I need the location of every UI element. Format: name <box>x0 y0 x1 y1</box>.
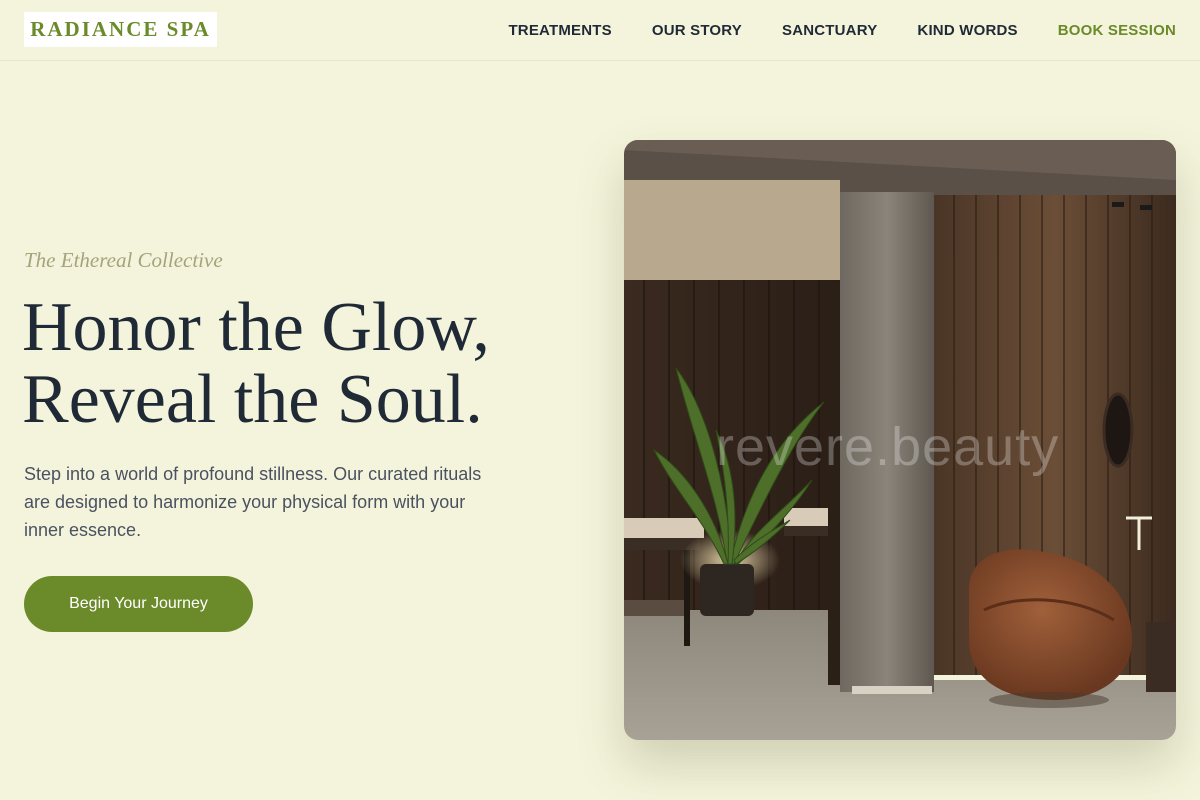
nav-item-sanctuary[interactable]: SANCTUARY <box>782 22 877 39</box>
hero-image: revere.beauty <box>624 140 1176 740</box>
hero-headline-line-1: Honor the Glow, <box>22 289 490 366</box>
hero-headline: Honor the Glow, Reveal the Soul. <box>22 292 582 436</box>
hero-headline-line-2: Reveal the Soul. <box>22 361 483 438</box>
image-watermark: revere.beauty <box>716 417 1060 477</box>
nav-item-treatments[interactable]: TREATMENTS <box>508 22 611 39</box>
nav-item-kind-words[interactable]: KIND WORDS <box>917 22 1017 39</box>
logo[interactable]: RADIANCE SPA <box>24 12 217 47</box>
site-header: RADIANCE SPA TREATMENTS OUR STORY SANCTU… <box>0 0 1200 61</box>
nav-item-our-story[interactable]: OUR STORY <box>652 22 742 39</box>
begin-journey-button[interactable]: Begin Your Journey <box>24 576 253 632</box>
hero-eyebrow: The Ethereal Collective <box>24 248 223 272</box>
hero-description: Step into a world of profound stillness.… <box>24 464 482 540</box>
main-nav: TREATMENTS OUR STORY SANCTUARY KIND WORD… <box>508 0 1176 60</box>
book-session-link[interactable]: BOOK SESSION <box>1058 22 1176 39</box>
